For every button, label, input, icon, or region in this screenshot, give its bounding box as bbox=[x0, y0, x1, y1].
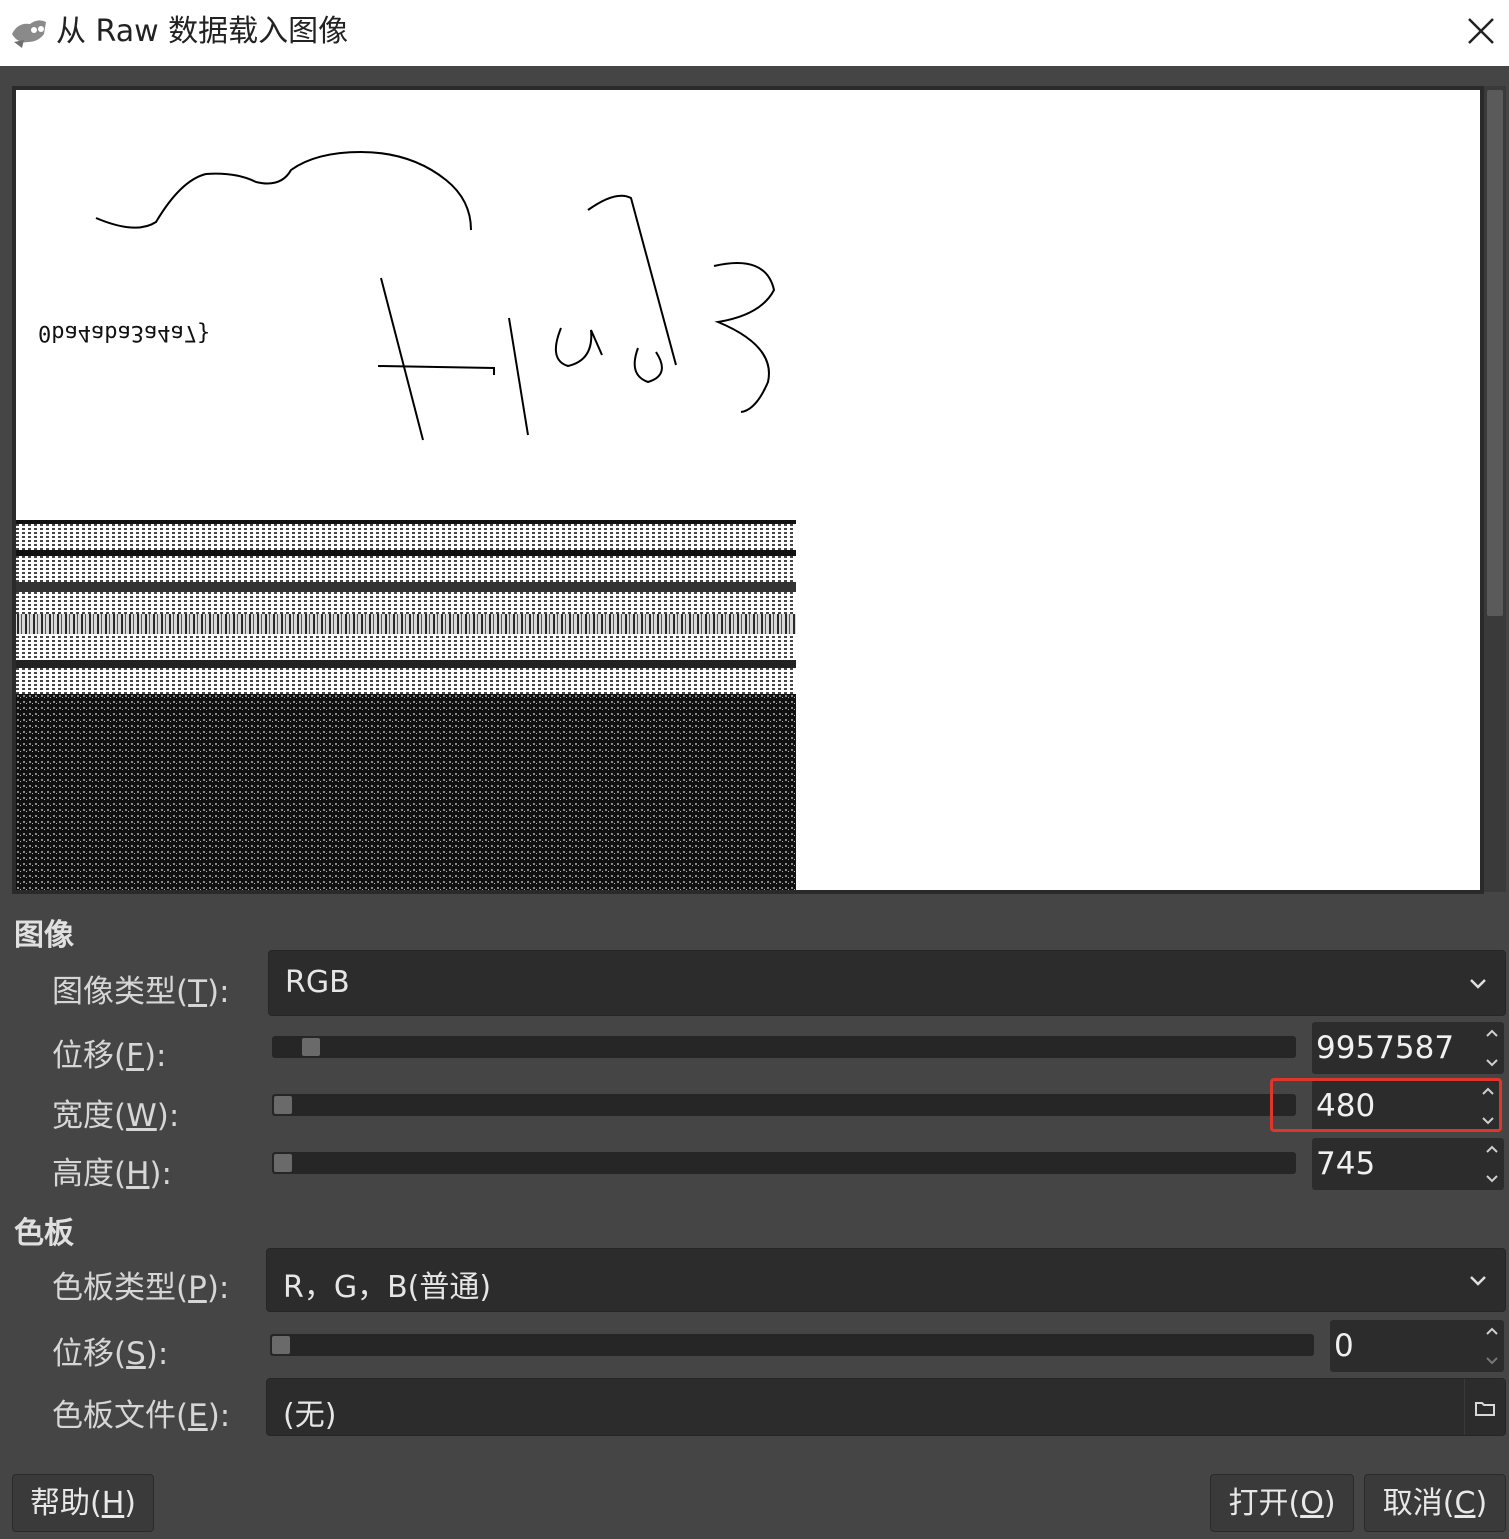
height-slider[interactable] bbox=[272, 1152, 1296, 1174]
chevron-down-icon bbox=[1470, 1276, 1486, 1286]
preview-scrollbar-thumb[interactable] bbox=[1487, 90, 1503, 616]
open-folder-icon bbox=[1475, 1402, 1495, 1416]
preview-frame: 0ba4aba3a4a7} bbox=[12, 86, 1484, 894]
mirrored-label: 0ba4aba3a4a7} bbox=[38, 320, 211, 345]
help-button[interactable]: 帮助(H) bbox=[12, 1474, 154, 1532]
height-value: 745 bbox=[1316, 1146, 1376, 1182]
palette-type-value: R，G，B(普通) bbox=[283, 1270, 492, 1305]
close-button[interactable] bbox=[1456, 8, 1506, 54]
height-label: 高度(H): bbox=[52, 1156, 172, 1192]
preview-canvas: 0ba4aba3a4a7} bbox=[16, 90, 1480, 890]
window-title: 从 Raw 数据载入图像 bbox=[56, 14, 349, 49]
palette-offset-value: 0 bbox=[1334, 1328, 1354, 1364]
palette-file-label: 色板文件(E): bbox=[52, 1398, 231, 1434]
palette-offset-label: 位移(S): bbox=[52, 1336, 169, 1372]
height-slider-handle[interactable] bbox=[274, 1154, 292, 1172]
spin-arrows-icon[interactable] bbox=[1480, 1320, 1504, 1372]
offset-label: 位移(F): bbox=[52, 1038, 167, 1074]
offset-spinbox[interactable]: 9957587 bbox=[1312, 1022, 1504, 1074]
palette-offset-slider[interactable] bbox=[270, 1334, 1314, 1356]
spin-arrows-icon[interactable] bbox=[1480, 1022, 1504, 1074]
preview-scrollbar[interactable] bbox=[1484, 86, 1506, 892]
spin-arrows-icon[interactable] bbox=[1480, 1138, 1504, 1190]
chevron-down-icon bbox=[1470, 979, 1486, 989]
palette-section-title: 色板 bbox=[14, 1216, 74, 1251]
palette-offset-slider-handle[interactable] bbox=[272, 1336, 290, 1354]
raw-noise-strip bbox=[16, 520, 796, 890]
width-slider[interactable] bbox=[272, 1094, 1296, 1116]
height-spinbox[interactable]: 745 bbox=[1312, 1138, 1504, 1190]
width-label: 宽度(W): bbox=[52, 1098, 180, 1134]
title-bar: 从 Raw 数据载入图像 bbox=[0, 0, 1509, 66]
image-section-title: 图像 bbox=[14, 918, 74, 953]
offset-value: 9957587 bbox=[1316, 1030, 1455, 1066]
offset-slider-handle[interactable] bbox=[302, 1038, 320, 1056]
offset-slider[interactable] bbox=[272, 1036, 1296, 1058]
gimp-app-icon bbox=[12, 20, 46, 48]
cancel-button[interactable]: 取消(C) bbox=[1364, 1474, 1506, 1532]
open-button[interactable]: 打开(O) bbox=[1210, 1474, 1354, 1532]
palette-file-value: (无) bbox=[283, 1398, 337, 1433]
width-highlight-box bbox=[1270, 1078, 1502, 1132]
close-icon bbox=[1468, 18, 1494, 44]
palette-file-chooser[interactable]: (无) bbox=[266, 1378, 1506, 1436]
palette-file-browse-button[interactable] bbox=[1464, 1379, 1505, 1435]
palette-type-select[interactable]: R，G，B(普通) bbox=[266, 1248, 1506, 1312]
image-type-label: 图像类型(T): bbox=[52, 974, 230, 1010]
width-slider-handle[interactable] bbox=[274, 1096, 292, 1114]
palette-offset-spinbox[interactable]: 0 bbox=[1330, 1320, 1504, 1372]
palette-type-label: 色板类型(P): bbox=[52, 1270, 230, 1306]
image-type-select[interactable]: RGB bbox=[268, 950, 1506, 1016]
image-type-value: RGB bbox=[285, 965, 350, 1000]
